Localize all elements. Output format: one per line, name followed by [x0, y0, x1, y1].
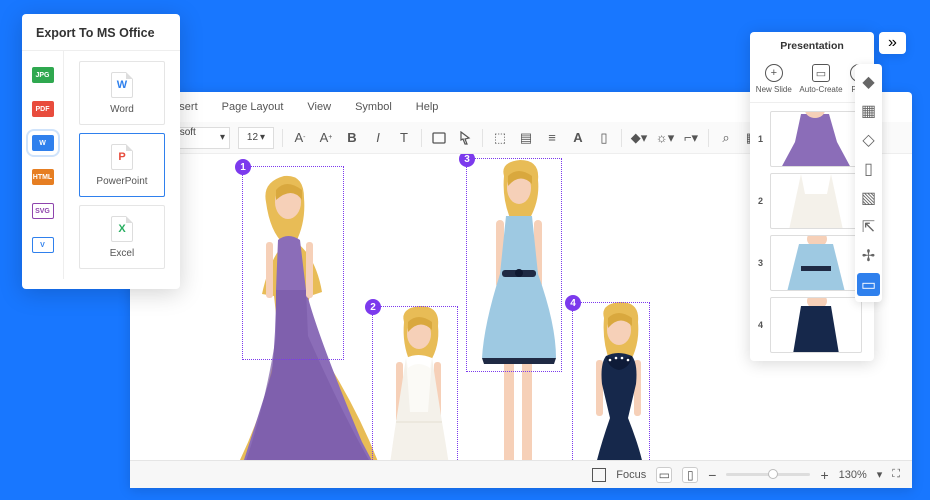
format-jpg[interactable]: JPG	[32, 67, 54, 83]
export-option-label: PowerPoint	[96, 176, 147, 187]
presentation-title: Presentation	[750, 32, 874, 60]
fit-icon[interactable]: ⛶	[892, 468, 900, 481]
export-tool-icon[interactable]: ⇱	[857, 215, 880, 238]
collapse-panel-icon[interactable]: »	[879, 32, 906, 54]
selection-3[interactable]: 3	[466, 158, 562, 372]
slide-item[interactable]: 3	[758, 235, 866, 291]
export-option-powerpoint[interactable]: P PowerPoint	[79, 133, 165, 197]
format-svg[interactable]: SVG	[32, 203, 54, 219]
menu-item-help[interactable]: Help	[416, 101, 439, 113]
new-slide-label: New Slide	[756, 85, 792, 94]
crop-icon[interactable]: ⌐▾	[682, 129, 700, 147]
sun-icon[interactable]: ☼▾	[656, 129, 674, 147]
auto-create-label: Auto-Create	[799, 85, 842, 94]
right-rail: ◆ ▦ ◇ ▯ ▧ ⇱ ✢ ▭	[855, 64, 882, 302]
slide-thumb-1	[770, 111, 862, 167]
text-a-icon[interactable]: A	[569, 129, 587, 147]
page-icon[interactable]: ▯	[857, 157, 880, 180]
zoom-out[interactable]: −	[708, 467, 716, 483]
selection-2[interactable]: 2	[372, 306, 458, 460]
selection-badge: 2	[365, 299, 381, 315]
presentation-tool-icon[interactable]: ▭	[857, 273, 880, 296]
selection-1[interactable]: 1	[242, 166, 344, 360]
selection-badge: 1	[235, 159, 251, 175]
focus-label[interactable]: Focus	[616, 469, 646, 481]
selection-badge: 3	[459, 154, 475, 167]
zoom-dropdown-icon[interactable]: ▾	[877, 468, 883, 481]
image-icon[interactable]: ▤	[517, 129, 535, 147]
text-icon[interactable]: T	[395, 129, 413, 147]
new-slide-button[interactable]: +New Slide	[756, 64, 792, 94]
pointer-icon[interactable]	[456, 129, 474, 147]
font-larger-icon[interactable]: A+	[317, 129, 335, 147]
slide-item[interactable]: 1	[758, 111, 866, 167]
image-tool-icon[interactable]: ▧	[857, 186, 880, 209]
slide-item[interactable]: 4	[758, 297, 866, 353]
export-format-rail: JPG PDF W HTML SVG V	[22, 51, 64, 279]
format-word[interactable]: W	[32, 135, 54, 151]
font-size-select[interactable]: 12▾	[238, 127, 274, 149]
menu-item-view[interactable]: View	[307, 101, 331, 113]
selection-badge: 4	[565, 295, 581, 311]
zoom-in[interactable]: +	[820, 467, 828, 483]
selection-4[interactable]: 4	[572, 302, 650, 460]
export-option-excel[interactable]: X Excel	[79, 205, 165, 269]
layer-icon[interactable]: ⬚	[491, 129, 509, 147]
slide-thumb-3	[770, 235, 862, 291]
expand-icon[interactable]: ✢	[857, 244, 880, 267]
slide-number: 1	[758, 134, 764, 144]
export-panel: Export To MS Office JPG PDF W HTML SVG V…	[22, 14, 180, 289]
thickness-icon[interactable]: ≡	[543, 129, 561, 147]
font-size: 12	[247, 132, 258, 143]
slide-item[interactable]: 2	[758, 173, 866, 229]
focus-icon[interactable]	[592, 468, 606, 482]
slide-number: 3	[758, 258, 764, 268]
align-icon[interactable]: ▯	[595, 129, 613, 147]
italic-icon[interactable]: I	[369, 129, 387, 147]
font-smaller-icon[interactable]: A-	[291, 129, 309, 147]
bold-icon[interactable]: B	[343, 129, 361, 147]
search-icon[interactable]: ⌕	[717, 129, 735, 147]
zoom-value: 130%	[839, 469, 867, 481]
format-visio[interactable]: V	[32, 237, 54, 253]
slide-thumb-2	[770, 173, 862, 229]
layers-icon[interactable]: ◇	[857, 128, 880, 151]
zoom-slider[interactable]	[726, 473, 810, 476]
fill-tool-icon[interactable]: ◆	[857, 70, 880, 93]
slide-number: 2	[758, 196, 764, 206]
export-title: Export To MS Office	[22, 14, 180, 51]
slide-number: 4	[758, 320, 764, 330]
format-html[interactable]: HTML	[32, 169, 54, 185]
status-bar: Focus ▭ ▯ − + 130% ▾ ⛶	[130, 460, 912, 488]
menu-item-symbol[interactable]: Symbol	[355, 101, 392, 113]
fill-color-icon[interactable]: ◆▾	[630, 129, 648, 147]
slide-thumb-4	[770, 297, 862, 353]
view-mode-1[interactable]: ▭	[656, 467, 672, 483]
export-option-label: Word	[110, 104, 134, 115]
auto-create-button[interactable]: ▭Auto-Create	[799, 64, 842, 94]
rect-shape-icon[interactable]	[430, 129, 448, 147]
menu-item-page-layout[interactable]: Page Layout	[222, 101, 284, 113]
export-options: W Word P PowerPoint X Excel	[64, 51, 180, 279]
apps-icon[interactable]: ▦	[857, 99, 880, 122]
format-pdf[interactable]: PDF	[32, 101, 54, 117]
export-option-label: Excel	[110, 248, 134, 259]
export-option-word[interactable]: W Word	[79, 61, 165, 125]
view-mode-2[interactable]: ▯	[682, 467, 698, 483]
